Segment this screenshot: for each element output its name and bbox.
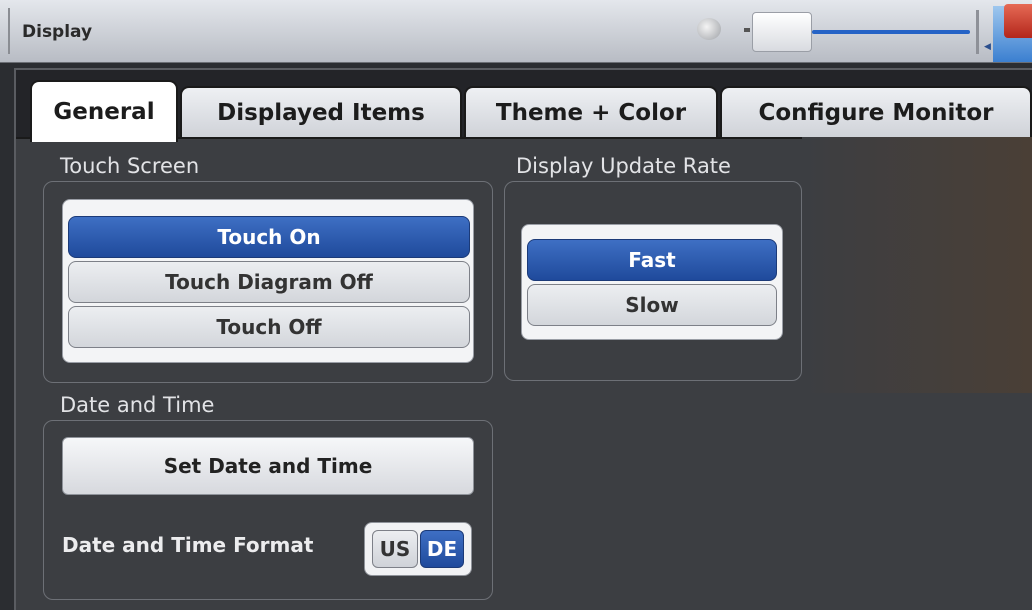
- us-format-button[interactable]: US: [372, 530, 418, 568]
- date-time-format-label: Date and Time Format: [62, 533, 314, 557]
- tab-theme-color[interactable]: Theme + Color: [464, 86, 718, 138]
- touch-diagram-off-button[interactable]: Touch Diagram Off: [68, 261, 470, 303]
- set-date-time-label: Set Date and Time: [163, 454, 373, 478]
- transparency-slider-track[interactable]: [812, 30, 970, 34]
- touch-screen-label: Touch Screen: [60, 154, 200, 178]
- touch-diagram-off-label: Touch Diagram Off: [165, 270, 373, 294]
- close-button[interactable]: [1004, 4, 1032, 38]
- tab-label: Configure Monitor: [758, 100, 994, 126]
- de-format-button[interactable]: DE: [420, 530, 464, 568]
- us-format-label: US: [379, 537, 411, 561]
- de-format-label: DE: [426, 537, 458, 561]
- divider: [976, 10, 979, 54]
- slow-label: Slow: [625, 293, 679, 317]
- tab-label: Displayed Items: [217, 100, 425, 126]
- transparency-slider-handle[interactable]: [752, 12, 812, 52]
- fast-label: Fast: [628, 248, 676, 272]
- tab-label: Theme + Color: [495, 100, 687, 126]
- touch-on-label: Touch On: [217, 225, 321, 249]
- tab-general[interactable]: General: [30, 80, 178, 142]
- grip-handle[interactable]: [8, 8, 10, 54]
- tab-configure-monitor[interactable]: Configure Monitor: [720, 86, 1032, 138]
- touch-off-label: Touch Off: [216, 315, 322, 339]
- date-format-toggle: US DE: [364, 522, 472, 576]
- status-indicator-icon: [697, 18, 721, 40]
- touch-on-button[interactable]: Touch On: [68, 216, 470, 258]
- tab-displayed-items[interactable]: Displayed Items: [180, 86, 462, 138]
- slow-button[interactable]: Slow: [527, 284, 777, 326]
- tab-label: General: [53, 99, 155, 125]
- set-date-time-button[interactable]: Set Date and Time: [62, 437, 474, 495]
- background-shading: [802, 137, 1032, 393]
- slider-tick: [744, 28, 750, 32]
- fast-button[interactable]: Fast: [527, 239, 777, 281]
- arrow-left-icon[interactable]: ◀: [984, 42, 991, 52]
- title-bar: Display ◀: [0, 0, 1032, 63]
- date-time-label: Date and Time: [60, 393, 215, 417]
- window-title: Display: [22, 22, 93, 42]
- touch-off-button[interactable]: Touch Off: [68, 306, 470, 348]
- update-rate-label: Display Update Rate: [516, 154, 731, 178]
